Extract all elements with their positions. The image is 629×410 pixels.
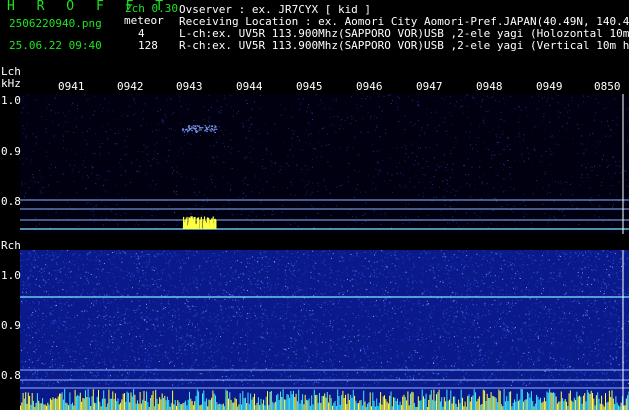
lch-tick: 0.8 <box>1 195 21 208</box>
time-label: 0943 <box>176 80 203 93</box>
time-label: 0946 <box>356 80 383 93</box>
time-label: 0941 <box>58 80 85 93</box>
time-axis: 0941 0942 0943 0944 0945 0946 0947 0948 … <box>58 80 621 93</box>
time-label: 0944 <box>236 80 263 93</box>
time-label: 0850 <box>594 80 621 93</box>
rch-label: Rch <box>1 239 21 252</box>
hroft-window: H R O F F T 2ch 0.30 2506220940.png mete… <box>0 0 629 410</box>
lch-tick: 1.0 <box>1 94 21 107</box>
time-label: 0948 <box>476 80 503 93</box>
rch-panel: Rch 1.0 0.9 0.8 <box>1 239 629 410</box>
lch-unit: kHz <box>1 77 21 90</box>
spectrogram-area: 0941 0942 0943 0944 0945 0946 0947 0948 … <box>1 65 629 410</box>
time-label: 0942 <box>117 80 144 93</box>
time-label: 0945 <box>296 80 323 93</box>
time-label: 0947 <box>416 80 443 93</box>
rch-spectrogram <box>20 250 629 410</box>
time-label: 0949 <box>536 80 563 93</box>
lch-spectrogram <box>20 94 629 234</box>
lch-tick: 0.9 <box>1 145 21 158</box>
rch-tick: 0.9 <box>1 319 21 332</box>
rch-tick: 1.0 <box>1 269 21 282</box>
rch-tick: 0.8 <box>1 369 21 382</box>
